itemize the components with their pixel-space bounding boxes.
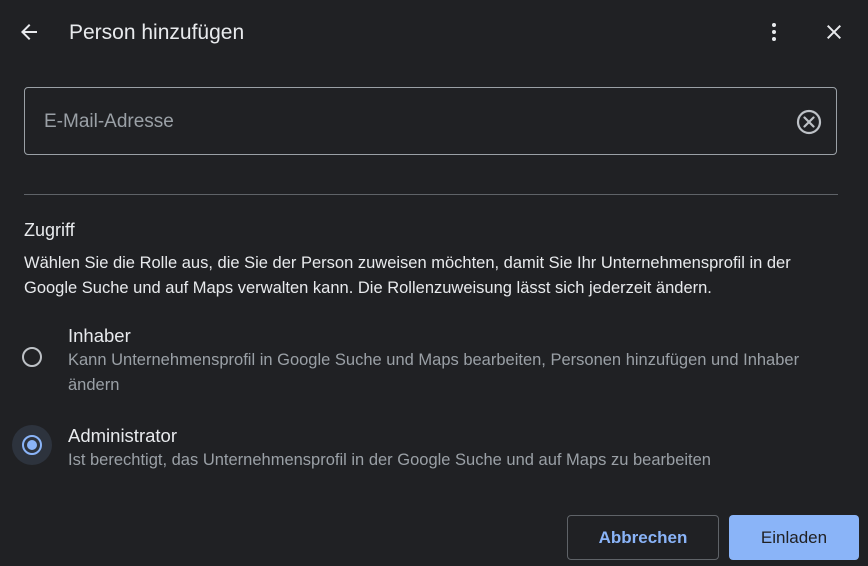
radio-selected-dot: [27, 440, 37, 450]
role-option-administrator[interactable]: Administrator Ist berechtigt, das Untern…: [12, 422, 840, 478]
role-label: Administrator: [68, 425, 177, 446]
close-icon: [827, 25, 841, 39]
clear-circle-icon: [796, 109, 822, 135]
add-person-dialog: Person hinzufügen Zugriff Wählen Sie die…: [0, 0, 868, 566]
cancel-button[interactable]: Abbrechen: [567, 515, 719, 560]
dialog-title: Person hinzufügen: [69, 21, 245, 44]
email-field[interactable]: [24, 87, 837, 155]
more-options-button[interactable]: [754, 12, 794, 52]
dialog-header: Person hinzufügen: [0, 0, 868, 64]
more-vert-icon: [772, 23, 776, 41]
clear-input-button[interactable]: [794, 107, 824, 137]
role-description: Kann Unternehmensprofil in Google Suche …: [68, 351, 800, 394]
access-section-title: Zugriff: [24, 220, 75, 240]
role-label: Inhaber: [68, 325, 131, 346]
email-input[interactable]: [44, 108, 784, 136]
invite-button[interactable]: Einladen: [729, 515, 859, 560]
owner-radio[interactable]: [22, 347, 42, 367]
access-section-description: Wählen Sie die Rolle aus, die Sie der Pe…: [24, 254, 791, 297]
close-button[interactable]: [814, 12, 854, 52]
divider: [24, 194, 838, 195]
role-description: Ist berechtigt, das Unternehmensprofil i…: [68, 451, 711, 469]
administrator-radio[interactable]: [22, 435, 42, 455]
arrow-back-icon: [21, 24, 37, 40]
back-button[interactable]: [9, 12, 49, 52]
role-option-owner[interactable]: Inhaber Kann Unternehmensprofil in Googl…: [20, 322, 840, 398]
